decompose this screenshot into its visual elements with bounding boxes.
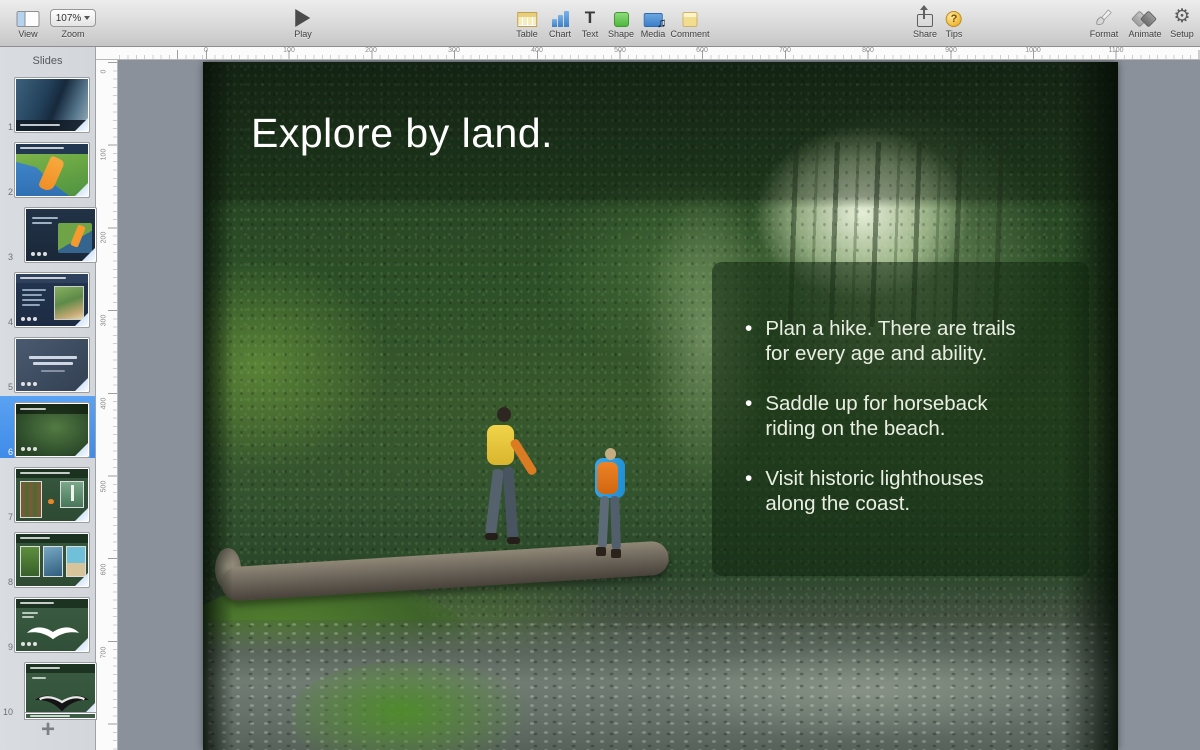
bullet-item: • Plan a hike. There are trails for ever… (745, 316, 1023, 367)
zoom-dropdown[interactable]: 107% Zoom (50, 5, 96, 39)
slide-number: 2 (1, 187, 13, 197)
california-shape (38, 155, 66, 192)
thumbnail-photo (20, 481, 42, 518)
table-button[interactable]: Table (516, 5, 538, 39)
view-button[interactable]: View (17, 5, 40, 39)
hiker-left (465, 407, 545, 572)
shape-icon (614, 12, 629, 27)
bullet-dots (31, 252, 35, 256)
slide-thumbnail-9[interactable] (15, 598, 89, 652)
slide-number: 7 (1, 512, 13, 522)
slide-number: 6 (1, 447, 13, 457)
vertical-ruler: 0 100 200 300 400 500 600 700 (96, 60, 118, 750)
slide-thumbnail-10[interactable] (25, 663, 96, 717)
slides-panel-title: Slides (0, 55, 95, 67)
bird-silhouette-icon (34, 690, 90, 714)
slide-editor[interactable]: Explore by land. • Plan a hike. There ar… (203, 62, 1118, 750)
tips-button[interactable]: ? Tips (946, 5, 963, 39)
slide-number: 5 (1, 382, 13, 392)
slide-thumbnail-2[interactable] (15, 143, 89, 197)
slide-thumbnail-4[interactable] (15, 273, 89, 327)
horizontal-ruler: 0 100 200 300 400 500 600 700 800 900 10… (96, 47, 1200, 60)
slide-thumbnail-8[interactable] (15, 533, 89, 587)
thumbnail-photo (60, 481, 84, 508)
bullet-marker: • (745, 391, 752, 442)
share-button[interactable]: Share (913, 5, 937, 39)
slide-thumbnail-7[interactable] (15, 468, 89, 522)
page-curl-icon (75, 378, 88, 391)
setup-button[interactable]: ⚙ Setup (1170, 5, 1194, 39)
add-slide-button[interactable]: + (0, 716, 96, 744)
shape-button[interactable]: Shape (608, 5, 634, 39)
bullet-item: • Saddle up for horseback riding on the … (745, 391, 1023, 442)
chart-icon (551, 11, 568, 27)
slide-number: 9 (1, 642, 13, 652)
chart-button[interactable]: Chart (549, 5, 571, 39)
bullet-dots (21, 317, 25, 321)
view-label: View (18, 29, 37, 39)
diamonds-icon (1132, 11, 1158, 27)
slide-thumbnail-6-selected[interactable] (15, 403, 89, 457)
butterfly (48, 499, 54, 504)
comment-button[interactable]: Comment (670, 5, 709, 39)
page-curl-icon (75, 508, 88, 521)
format-button[interactable]: Format (1090, 5, 1119, 39)
table-icon (517, 12, 537, 27)
hiker-right (587, 448, 647, 578)
bullet-marker: • (745, 316, 752, 367)
view-icon (17, 11, 40, 27)
slide-title[interactable]: Explore by land. (251, 110, 553, 157)
comment-icon (682, 12, 697, 27)
zoom-value: 107% (56, 13, 82, 24)
ruler-corner (96, 47, 118, 60)
slide-thumbnail-5[interactable] (15, 338, 89, 392)
page-curl-icon (75, 183, 88, 196)
text-icon: T (585, 9, 595, 27)
bullet-dots (21, 382, 25, 386)
play-icon (295, 9, 310, 27)
slide-number: 4 (1, 317, 13, 327)
bullet-dots (21, 642, 25, 646)
bird-silhouette-icon (26, 621, 80, 643)
page-curl-icon (75, 443, 88, 456)
slides-panel: Slides 1 2 3 (0, 47, 96, 750)
play-button[interactable]: Play (294, 5, 312, 39)
animate-button[interactable]: Animate (1128, 5, 1161, 39)
slide-number: 1 (1, 122, 13, 132)
moss-bank (293, 662, 533, 750)
slide-number: 3 (1, 252, 13, 262)
bullet-dots (21, 447, 25, 451)
gear-icon: ⚙ (1173, 7, 1190, 27)
bullet-text-box[interactable]: • Plan a hike. There are trails for ever… (712, 262, 1089, 576)
slide-number: 8 (1, 577, 13, 587)
text-button[interactable]: T Text (582, 5, 599, 39)
caption-bar (16, 144, 88, 154)
slide-thumbnail-1[interactable] (15, 78, 89, 132)
zoom-label: Zoom (61, 29, 84, 39)
share-icon (917, 14, 933, 27)
toolbar: View 107% Zoom Play Table Chart T Text (0, 0, 1200, 47)
media-icon: ♫ (643, 13, 662, 27)
help-icon: ? (946, 11, 962, 27)
chevron-down-icon (84, 16, 90, 20)
bullet-item: • Visit historic lighthouses along the c… (745, 466, 1023, 517)
media-button[interactable]: ♫ Media (641, 5, 666, 39)
slide-thumbnail-3[interactable] (25, 208, 96, 262)
bullet-marker: • (745, 466, 752, 517)
thumbnail-photo (54, 286, 84, 320)
paintbrush-icon (1094, 7, 1114, 27)
keynote-window: View 107% Zoom Play Table Chart T Text (0, 0, 1200, 750)
